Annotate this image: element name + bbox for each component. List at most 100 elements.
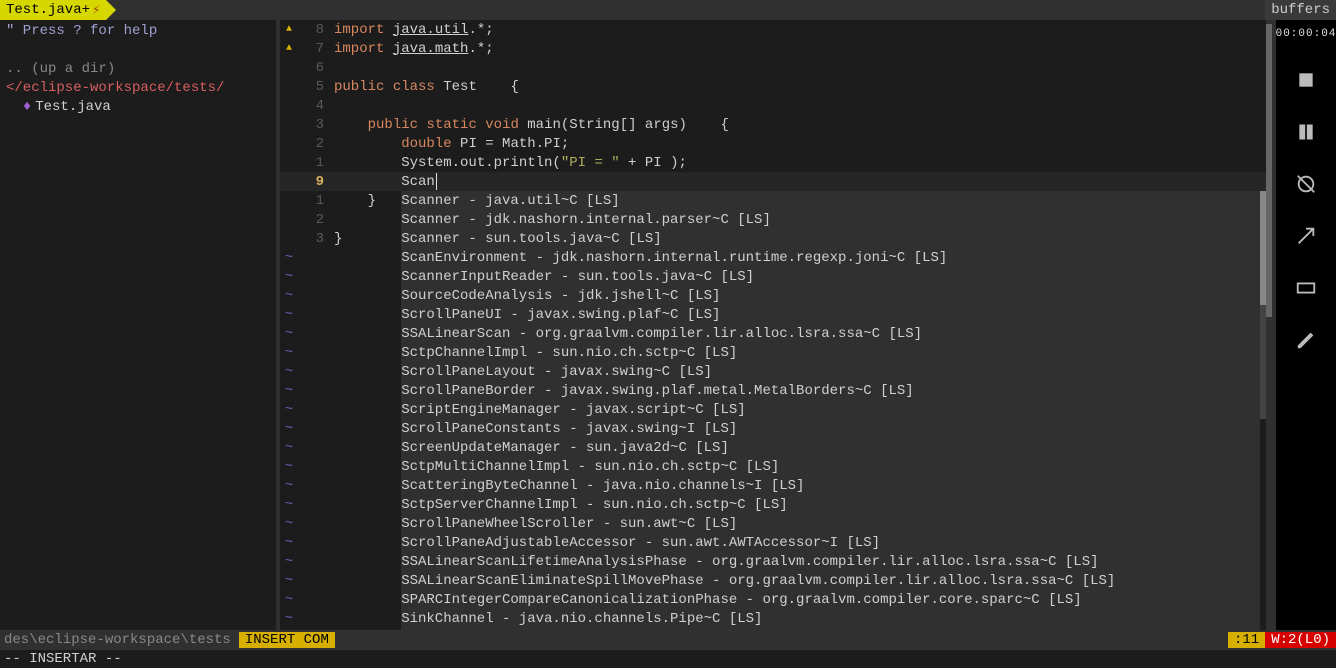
line-number: 3 xyxy=(298,231,334,247)
nerdtree-file-label: Test.java xyxy=(35,99,111,115)
tab-bar: Test.java+ ⚡ buffers xyxy=(0,0,1336,20)
completion-item[interactable]: Scanner - jdk.nashorn.internal.parser~C … xyxy=(401,210,1260,229)
recording-timer: 00:00:04 xyxy=(1276,28,1336,40)
completion-item[interactable]: ScatteringByteChannel - java.nio.channel… xyxy=(401,476,1260,495)
rectangle-icon[interactable] xyxy=(1294,276,1318,300)
completion-kind: C [LS] xyxy=(712,611,762,627)
completion-item[interactable]: SctpChannelImpl - sun.nio.ch.sctp~C [LS] xyxy=(401,343,1260,362)
completion-item[interactable]: SPARCIntegerCompareCanonicalizationPhase… xyxy=(401,590,1260,609)
completion-kind: C [LS] xyxy=(678,440,728,456)
completion-label: ScrollPaneWheelScroller - sun.awt~ xyxy=(401,516,687,532)
tilde-icon: ~ xyxy=(280,345,298,361)
completion-label: SctpServerChannelImpl - sun.nio.ch.sctp~ xyxy=(401,497,737,513)
line-number: 6 xyxy=(298,60,334,76)
completion-kind: C [LS] xyxy=(670,307,720,323)
line-number: 2 xyxy=(298,136,334,152)
completion-item[interactable]: SourceChannel - java.nio.channels.Pipe~C… xyxy=(401,628,1260,630)
code-text: import java.math.*; xyxy=(334,41,494,57)
completion-item[interactable]: ScanEnvironment - jdk.nashorn.internal.r… xyxy=(401,248,1260,267)
tilde-icon: ~ xyxy=(280,421,298,437)
completion-label: SSALinearScan - org.graalvm.compiler.lir… xyxy=(401,326,871,342)
nerdtree-open-dir[interactable]: </eclipse-workspace/tests/ xyxy=(6,79,270,98)
completion-kind: C [LS] xyxy=(720,212,770,228)
code-line[interactable]: 4 xyxy=(280,96,1266,115)
completion-item[interactable]: SourceCodeAnalysis - jdk.jshell~C [LS] xyxy=(401,286,1260,305)
completion-item[interactable]: ScrollPaneBorder - javax.swing.plaf.meta… xyxy=(401,381,1260,400)
code-text: public class Test { xyxy=(334,79,519,95)
tilde-icon: ~ xyxy=(280,250,298,266)
completion-item[interactable]: SSALinearScanLifetimeAnalysisPhase - org… xyxy=(401,552,1260,571)
completion-kind: I [LS] xyxy=(754,478,804,494)
completion-kind: C [LS] xyxy=(687,516,737,532)
code-text: System.out.println("PI = " + PI ); xyxy=(334,155,687,171)
scrollbar-thumb[interactable] xyxy=(1266,24,1272,317)
code-text: Scan xyxy=(334,173,437,190)
completion-item[interactable]: ScrollPaneLayout - javax.swing~C [LS] xyxy=(401,362,1260,381)
code-editor[interactable]: ▲8import java.util.*;▲7import java.math.… xyxy=(280,20,1266,630)
nerdtree-up-dir[interactable]: .. (up a dir) xyxy=(6,60,270,79)
completion-label: ScanEnvironment - jdk.nashorn.internal.r… xyxy=(401,250,897,266)
arrow-icon[interactable] xyxy=(1294,224,1318,248)
completion-item[interactable]: SctpServerChannelImpl - sun.nio.ch.sctp~… xyxy=(401,495,1260,514)
buffers-button[interactable]: buffers xyxy=(1265,0,1336,20)
completion-item[interactable]: ScrollPaneAdjustableAccessor - sun.awt.A… xyxy=(401,533,1260,552)
status-bar: des\eclipse-workspace\tests INSERT COM :… xyxy=(0,630,1336,650)
completion-label: Scanner - sun.tools.java~ xyxy=(401,231,611,247)
pencil-icon[interactable] xyxy=(1294,328,1318,352)
completion-item[interactable]: ScannerInputReader - sun.tools.java~C [L… xyxy=(401,267,1260,286)
completion-kind: C [LS] xyxy=(737,497,787,513)
gutter-sign-icon: ▲ xyxy=(280,24,298,35)
tab-file[interactable]: Test.java+ ⚡ xyxy=(0,0,106,20)
pause-icon[interactable] xyxy=(1294,120,1318,144)
completion-label: ScatteringByteChannel - java.nio.channel… xyxy=(401,478,754,494)
code-line[interactable]: 6 xyxy=(280,58,1266,77)
code-text: double PI = Math.PI; xyxy=(334,136,569,152)
completion-item[interactable]: ScrollPaneWheelScroller - sun.awt~C [LS] xyxy=(401,514,1260,533)
tilde-icon: ~ xyxy=(280,288,298,304)
completion-label: ScannerInputReader - sun.tools.java~ xyxy=(401,269,703,285)
completion-popup[interactable]: Scanner - java.util~C [LS]Scanner - jdk.… xyxy=(334,191,1266,630)
completion-label: SourceCodeAnalysis - jdk.jshell~ xyxy=(401,288,670,304)
completion-item[interactable]: SSALinearScan - org.graalvm.compiler.lir… xyxy=(401,324,1260,343)
code-line[interactable]: 2 double PI = Math.PI; xyxy=(280,134,1266,153)
completion-item[interactable]: ScrollPaneUI - javax.swing.plaf~C [LS] xyxy=(401,305,1260,324)
completion-kind: C [LS] xyxy=(704,269,754,285)
completion-item[interactable]: Scanner - sun.tools.java~C [LS] xyxy=(401,229,1260,248)
code-line[interactable]: ▲7import java.math.*; xyxy=(280,39,1266,58)
code-line[interactable]: 9 Scan xyxy=(280,172,1266,191)
completion-item[interactable]: Scanner - java.util~C [LS] xyxy=(401,191,1260,210)
completion-label: ScrollPaneUI - javax.swing.plaf~ xyxy=(401,307,670,323)
completion-label: SSALinearScanEliminateSpillMovePhase - o… xyxy=(401,573,1065,589)
code-line[interactable]: 3 public static void main(String[] args)… xyxy=(280,115,1266,134)
completion-item[interactable]: ScreenUpdateManager - sun.java2d~C [LS] xyxy=(401,438,1260,457)
completion-label: ScrollPaneConstants - javax.swing~ xyxy=(401,421,687,437)
completion-kind: I [LS] xyxy=(830,535,880,551)
completion-item[interactable]: ScriptEngineManager - javax.script~C [LS… xyxy=(401,400,1260,419)
line-number: 2 xyxy=(298,212,334,228)
line-number: 7 xyxy=(298,41,334,57)
tilde-icon: ~ xyxy=(280,440,298,456)
code-line[interactable]: 5public class Test { xyxy=(280,77,1266,96)
line-number: 9 xyxy=(298,174,334,190)
line-number: 5 xyxy=(298,79,334,95)
status-path: des\eclipse-workspace\tests xyxy=(0,632,235,648)
tilde-icon: ~ xyxy=(280,364,298,380)
completion-kind: I [LS] xyxy=(687,421,737,437)
completion-item[interactable]: SSALinearScanEliminateSpillMovePhase - o… xyxy=(401,571,1260,590)
camera-off-icon[interactable] xyxy=(1294,172,1318,196)
completion-item[interactable]: SinkChannel - java.nio.channels.Pipe~C [… xyxy=(401,609,1260,628)
code-line[interactable]: ▲8import java.util.*; xyxy=(280,20,1266,39)
stop-icon[interactable] xyxy=(1294,68,1318,92)
completion-kind: C [LS] xyxy=(872,326,922,342)
command-line[interactable]: -- INSERTAR -- xyxy=(0,650,1336,668)
completion-kind: C [LS] xyxy=(729,459,779,475)
completion-label: ScreenUpdateManager - sun.java2d~ xyxy=(401,440,678,456)
editor-scrollbar[interactable] xyxy=(1266,20,1276,630)
tilde-icon: ~ xyxy=(280,497,298,513)
nerdtree-file[interactable]: ♦Test.java xyxy=(6,98,270,117)
completion-item[interactable]: SctpMultiChannelImpl - sun.nio.ch.sctp~C… xyxy=(401,457,1260,476)
code-line[interactable]: 1 System.out.println("PI = " + PI ); xyxy=(280,153,1266,172)
completion-item[interactable]: ScrollPaneConstants - javax.swing~I [LS] xyxy=(401,419,1260,438)
status-warnings: W:2(L0) xyxy=(1265,632,1336,648)
completion-label: ScrollPaneAdjustableAccessor - sun.awt.A… xyxy=(401,535,829,551)
